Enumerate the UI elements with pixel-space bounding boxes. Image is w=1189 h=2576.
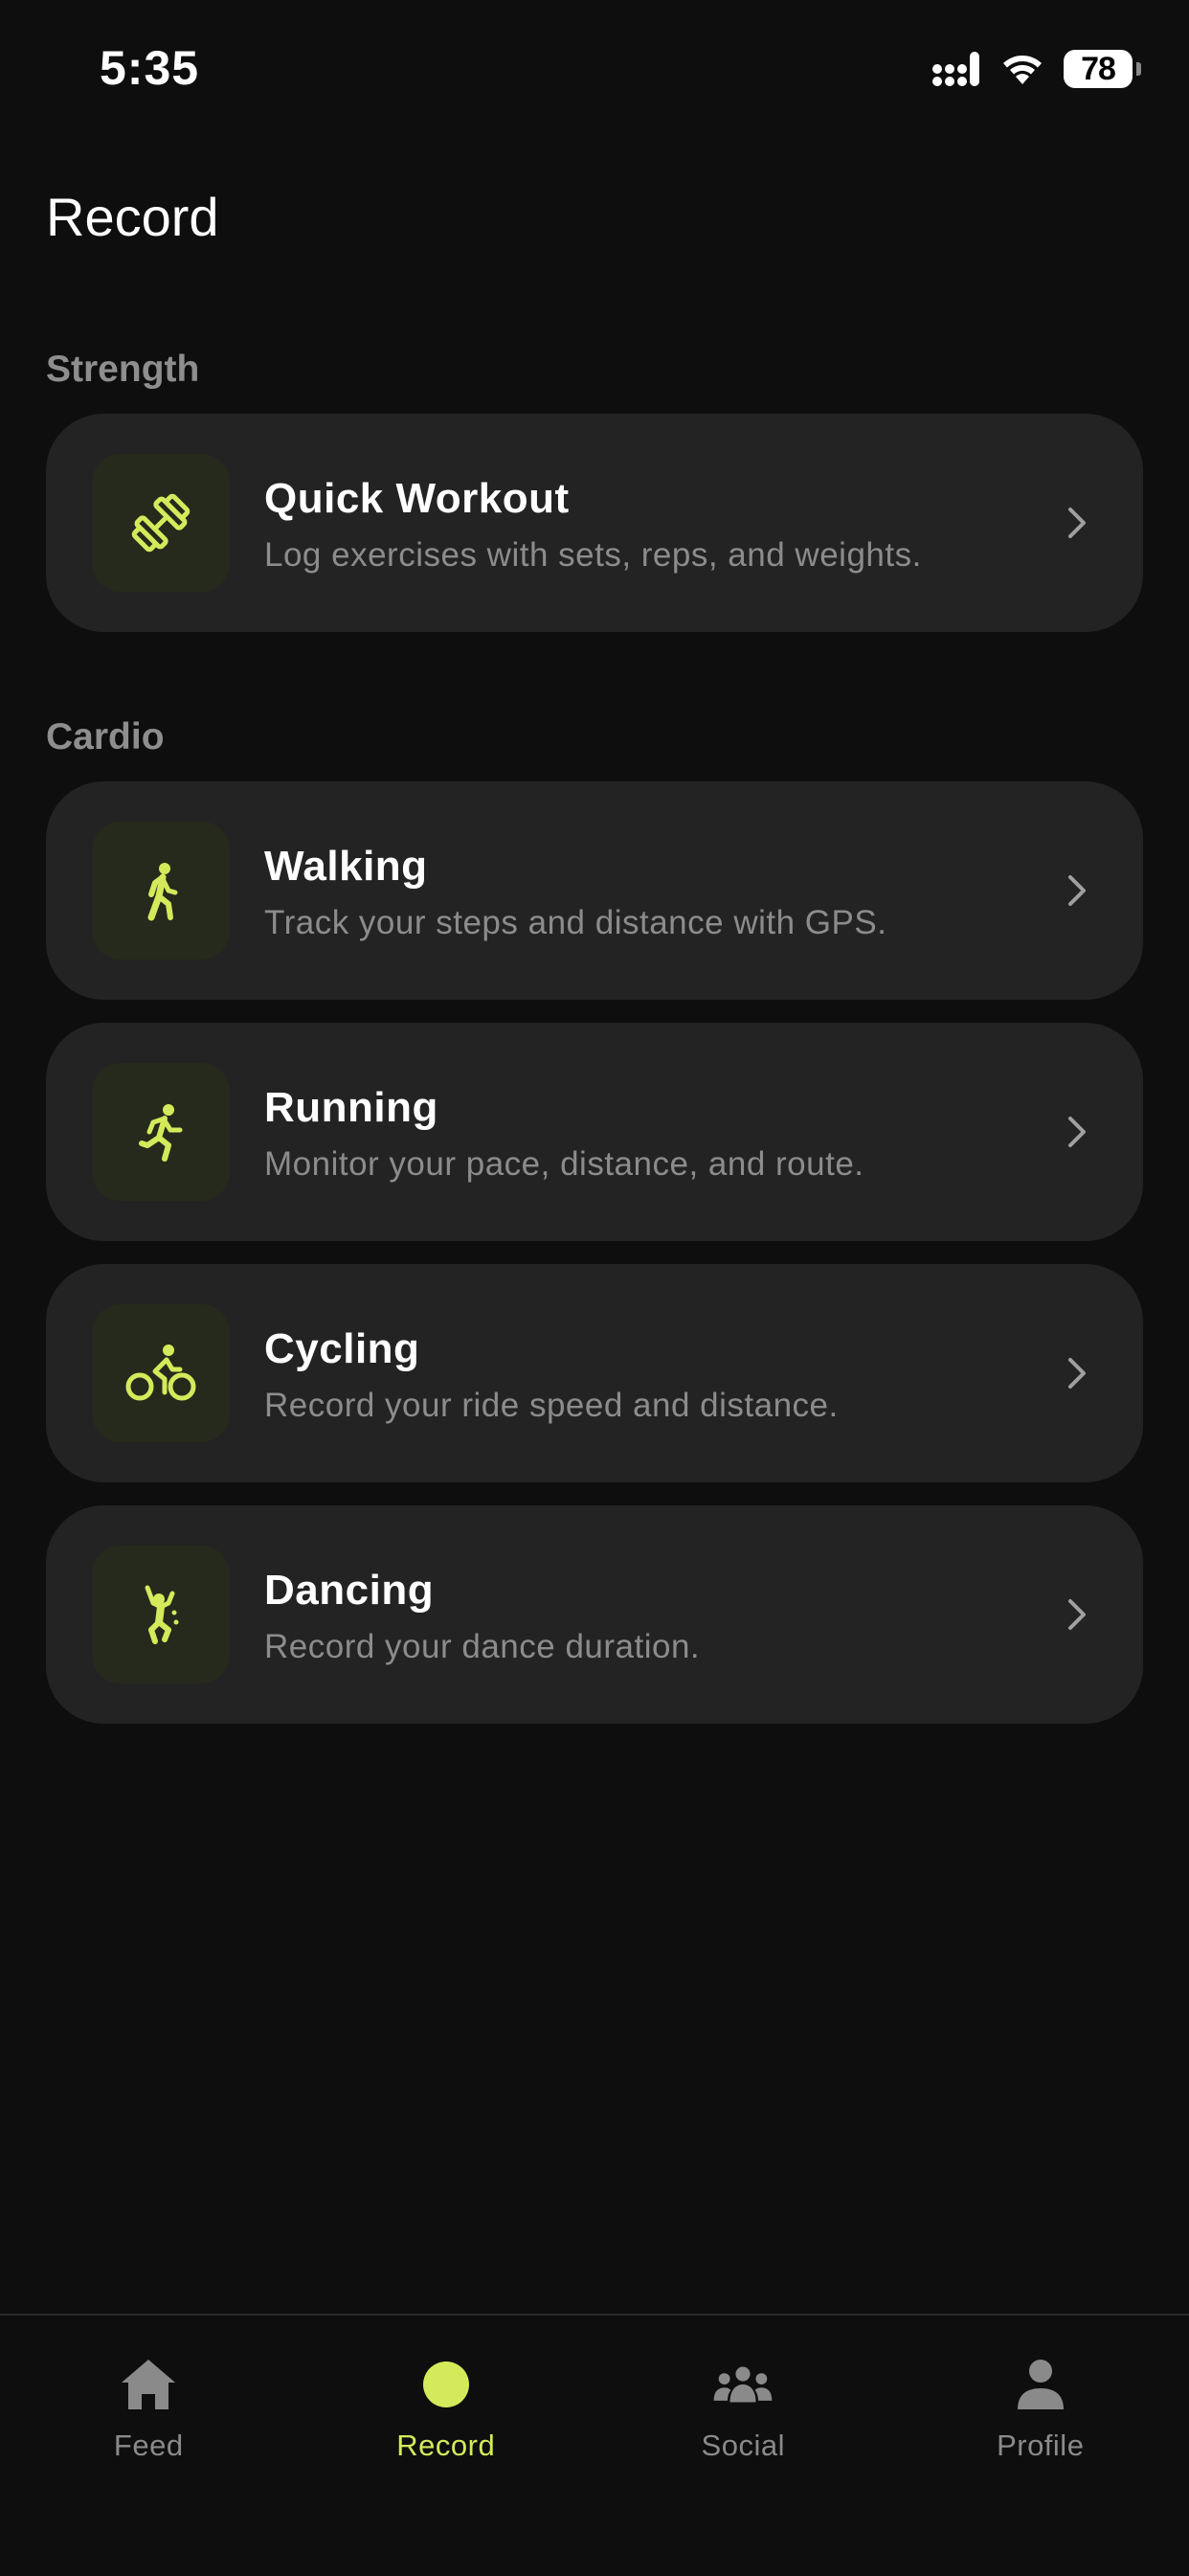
person-icon: [1014, 2358, 1067, 2411]
chevron-right-icon: [1055, 1593, 1097, 1636]
cellular-signal-icon: [931, 50, 981, 88]
tab-label: Social: [594, 2429, 892, 2463]
section-label-strength: Strength: [46, 349, 199, 391]
tab-bar: Feed Record Social: [0, 2314, 1189, 2576]
page-title: Record: [46, 186, 219, 248]
status-time: 5:35: [100, 40, 199, 96]
activity-card-walking[interactable]: Walking Track your steps and distance wi…: [46, 781, 1143, 1000]
activity-description: Log exercises with sets, reps, and weigh…: [264, 536, 922, 575]
tab-record[interactable]: Record: [298, 2316, 595, 2507]
activity-card-dancing[interactable]: Dancing Record your dance duration.: [46, 1505, 1143, 1724]
tab-icon-wrapper: [1010, 2354, 1071, 2415]
walking-icon: [130, 860, 191, 921]
tab-feed[interactable]: Feed: [0, 2316, 298, 2507]
wifi-icon: [1000, 52, 1044, 86]
tab-label: Record: [298, 2429, 595, 2463]
status-icons: 78: [931, 50, 1141, 88]
tab-icon-wrapper: [118, 2354, 179, 2415]
activity-title: Dancing: [264, 1567, 434, 1615]
activity-icon-tile: [92, 1063, 230, 1201]
tab-icon-wrapper: [712, 2354, 774, 2415]
home-icon: [120, 2358, 177, 2411]
chevron-right-icon: [1055, 1352, 1097, 1394]
chevron-right-icon: [1055, 1111, 1097, 1153]
activity-title: Quick Workout: [264, 475, 570, 523]
activity-card-cycling[interactable]: Cycling Record your ride speed and dista…: [46, 1264, 1143, 1482]
chevron-right-icon: [1055, 502, 1097, 544]
activity-icon-tile: [92, 822, 230, 960]
chevron-right-icon: [1055, 870, 1097, 912]
battery-tip: [1136, 62, 1141, 76]
battery-indicator: 78: [1064, 50, 1133, 88]
activity-description: Track your steps and distance with GPS.: [264, 904, 886, 942]
activity-title: Cycling: [264, 1325, 419, 1373]
tab-profile[interactable]: Profile: [892, 2316, 1189, 2507]
activity-description: Monitor your pace, distance, and route.: [264, 1145, 864, 1184]
status-bar: 5:35 78: [0, 0, 1189, 144]
tab-icon-wrapper: [415, 2354, 477, 2415]
activity-title: Running: [264, 1084, 438, 1132]
activity-icon-tile: [92, 1546, 230, 1683]
tab-social[interactable]: Social: [594, 2316, 892, 2507]
activity-card-quick-workout[interactable]: Quick Workout Log exercises with sets, r…: [46, 414, 1143, 632]
section-label-cardio: Cardio: [46, 716, 165, 758]
activity-card-running[interactable]: Running Monitor your pace, distance, and…: [46, 1023, 1143, 1241]
tab-label: Profile: [892, 2429, 1189, 2463]
activity-description: Record your ride speed and distance.: [264, 1387, 839, 1425]
activity-icon-tile: [92, 454, 230, 592]
group-icon: [712, 2361, 774, 2407]
dancing-icon: [130, 1584, 191, 1645]
activity-title: Walking: [264, 843, 428, 891]
dumbbell-icon: [128, 490, 193, 555]
cycling-icon: [124, 1343, 197, 1404]
tab-label: Feed: [0, 2429, 298, 2463]
activity-description: Record your dance duration.: [264, 1628, 700, 1666]
running-icon: [130, 1101, 191, 1163]
record-dot-icon: [421, 2360, 471, 2409]
activity-icon-tile: [92, 1304, 230, 1442]
